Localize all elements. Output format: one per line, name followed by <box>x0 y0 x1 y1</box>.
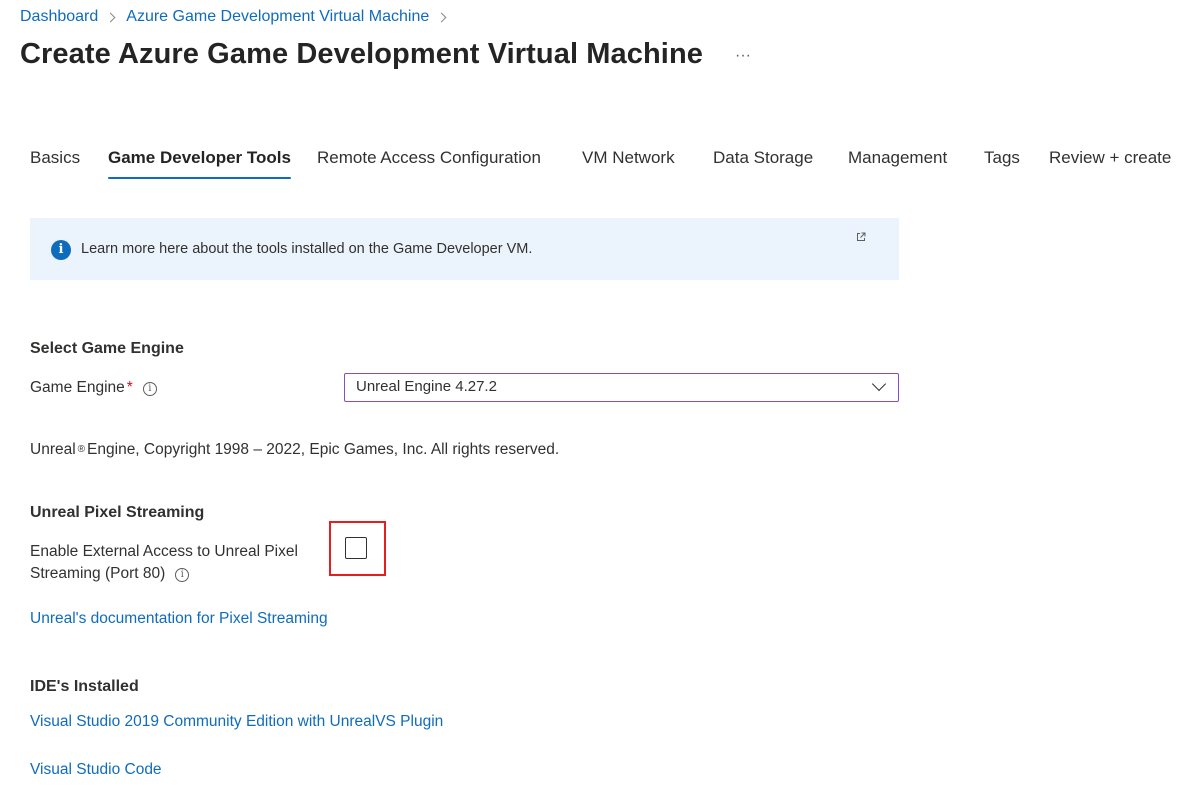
pixel-streaming-docs-link[interactable]: Unreal's documentation for Pixel Streami… <box>30 610 328 628</box>
game-engine-label-text: Game Engine <box>30 379 125 396</box>
select-game-engine-heading: Select Game Engine <box>30 340 184 357</box>
checkbox-label-line2: Streaming (Port 80) <box>30 565 166 582</box>
tab-management[interactable]: Management <box>848 147 947 181</box>
chevron-down-icon <box>871 376 887 392</box>
info-banner[interactable]: i Learn more here about the tools instal… <box>30 218 899 280</box>
page-title: Create Azure Game Development Virtual Ma… <box>20 38 703 70</box>
wizard-tabs: Basics Game Developer Tools Remote Acces… <box>0 147 1200 183</box>
info-circle-icon[interactable]: i <box>142 382 157 396</box>
chevron-right-icon <box>436 12 447 22</box>
tab-tags[interactable]: Tags <box>984 147 1020 181</box>
pixel-streaming-heading: Unreal Pixel Streaming <box>30 504 205 521</box>
registered-mark: ® <box>77 444 86 455</box>
breadcrumb-item-dashboard[interactable]: Dashboard <box>20 7 98 27</box>
info-circle-icon[interactable]: i <box>175 568 190 582</box>
required-asterisk: * <box>126 379 133 396</box>
tab-vm-network[interactable]: VM Network <box>582 147 675 181</box>
info-icon: i <box>51 240 71 260</box>
enable-external-access-checkbox[interactable] <box>345 537 367 559</box>
game-engine-select[interactable]: Unreal Engine 4.27.2 <box>344 373 899 402</box>
copyright-prefix: Unreal <box>30 441 76 458</box>
tab-remote-access-configuration[interactable]: Remote Access Configuration <box>317 147 541 181</box>
tab-review-create[interactable]: Review + create <box>1049 147 1171 181</box>
more-options-icon[interactable]: ··· <box>735 47 751 65</box>
tab-game-developer-tools[interactable]: Game Developer Tools <box>108 147 291 181</box>
page: Dashboard Azure Game Development Virtual… <box>0 0 1200 793</box>
tab-basics[interactable]: Basics <box>30 147 80 181</box>
game-engine-selected-value: Unreal Engine 4.27.2 <box>356 378 497 395</box>
copyright-rest: Engine, Copyright 1998 – 2022, Epic Game… <box>87 441 560 458</box>
breadcrumb: Dashboard Azure Game Development Virtual… <box>20 7 457 27</box>
external-link-icon[interactable] <box>856 232 866 242</box>
visual-studio-code-link[interactable]: Visual Studio Code <box>30 761 162 779</box>
unreal-copyright-text: Unreal ® Engine, Copyright 1998 – 2022, Ep… <box>30 441 559 459</box>
checkbox-label-line1: Enable External Access to Unreal Pixel <box>30 543 298 560</box>
title-row: Create Azure Game Development Virtual Ma… <box>20 38 751 71</box>
tab-data-storage[interactable]: Data Storage <box>713 147 813 181</box>
game-engine-label: Game Engine * i <box>30 377 157 399</box>
checkbox-label-line2-wrap: Streaming (Port 80) i <box>30 563 298 585</box>
info-banner-text: Learn more here about the tools installe… <box>81 241 533 257</box>
ides-installed-heading: IDE's Installed <box>30 678 139 695</box>
visual-studio-2019-link[interactable]: Visual Studio 2019 Community Edition wit… <box>30 713 443 731</box>
chevron-right-icon <box>105 12 116 22</box>
pixel-streaming-checkbox-label: Enable External Access to Unreal Pixel S… <box>30 541 298 585</box>
breadcrumb-item-azure-game-dev-vm[interactable]: Azure Game Development Virtual Machine <box>126 7 429 27</box>
